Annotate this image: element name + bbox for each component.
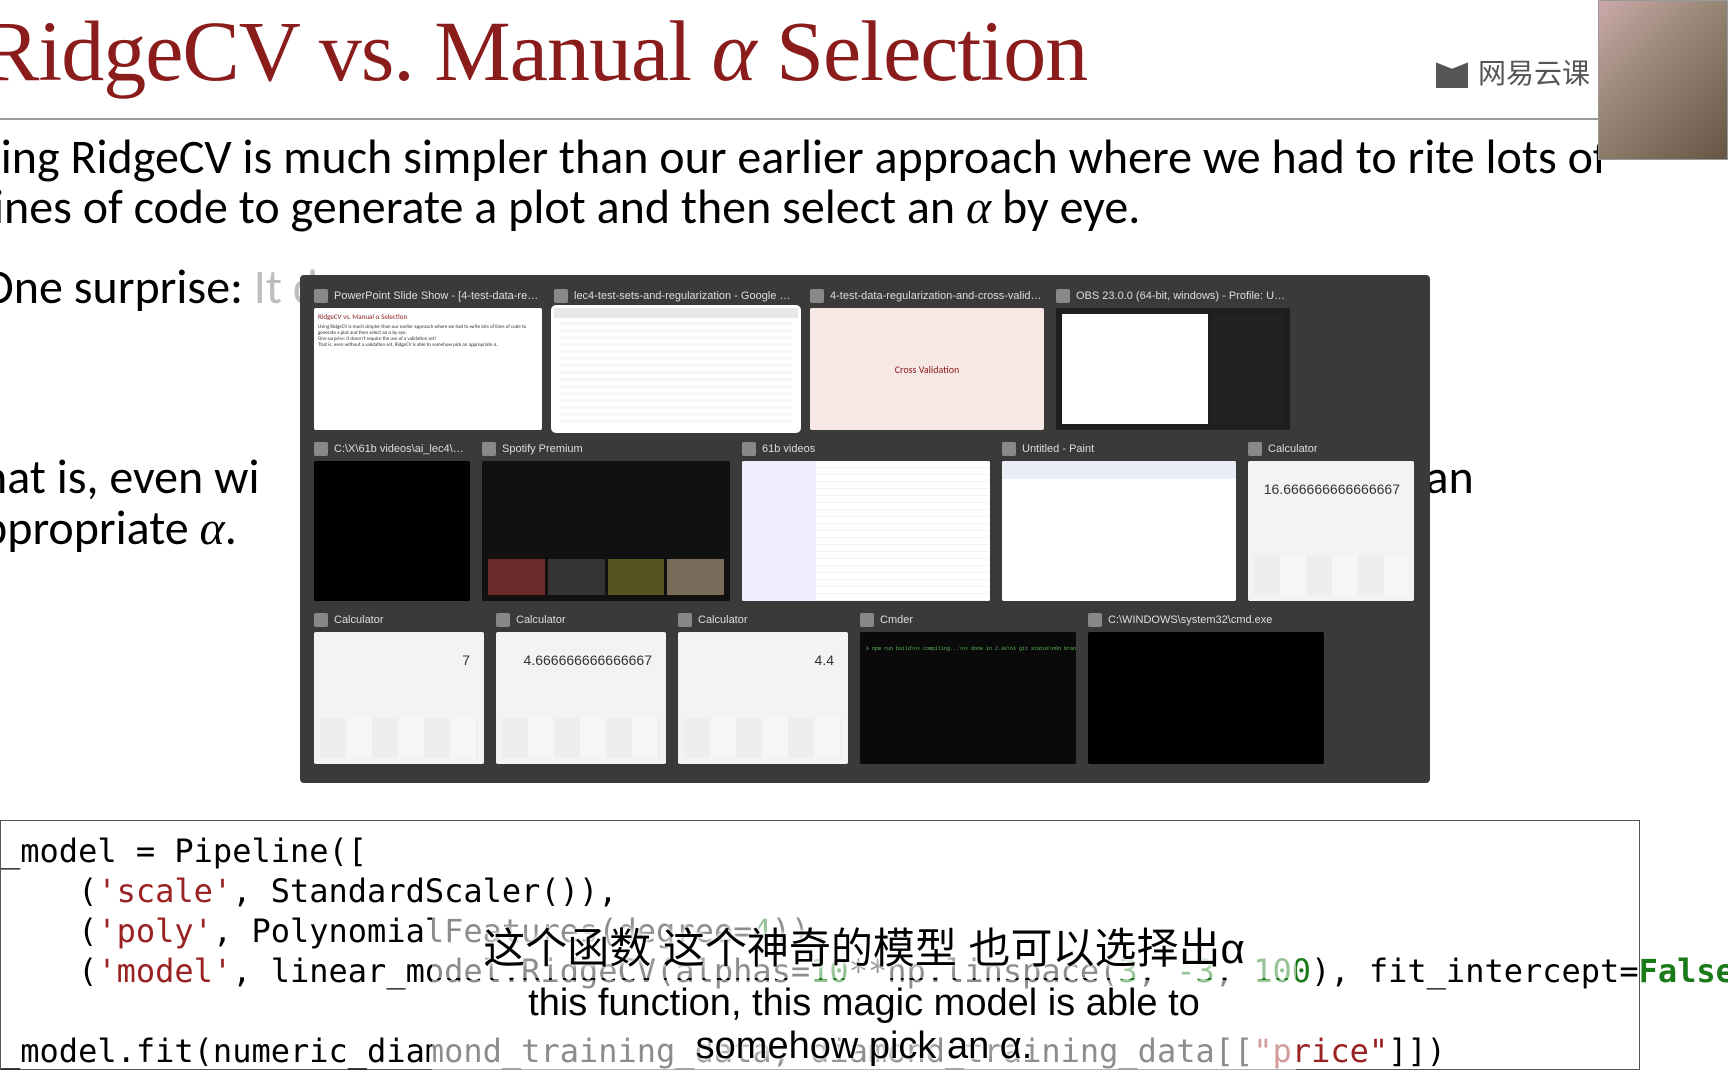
title-text-a: RidgeCV vs. Manual [0,3,712,99]
title-text-b: Selection [756,3,1088,99]
video-subtitles: 这个函数 这个神奇的模型 也可以选择出α this function, this… [432,913,1296,1070]
switcher-item[interactable]: Calculator 7 [314,611,484,764]
switcher-thumbnail [1088,632,1324,764]
calculator-icon [314,613,328,627]
switcher-item-header: Calculator [1248,440,1414,458]
powerpoint-icon [810,289,824,303]
switcher-item[interactable]: C:\X\61b videos\ai_lec4\… [314,440,470,601]
powerpoint-icon [314,289,328,303]
switcher-thumbnail: 4.4 [678,632,848,764]
chrome-icon [554,289,568,303]
platform-brand: 网易云课 [1436,52,1590,92]
paint-icon [1002,442,1016,456]
switcher-item-title: C:\WINDOWS\system32\cmd.exe [1108,614,1272,626]
paragraph-1: sing RidgeCV is much simpler than our ea… [0,132,1682,234]
switcher-item-title: Cmder [880,614,913,626]
switcher-item-header: C:\WINDOWS\system32\cmd.exe [1088,611,1324,629]
switcher-item-title: Calculator [334,614,384,626]
terminal-icon [314,442,328,456]
switcher-thumbnail [742,461,990,601]
switcher-item[interactable]: PowerPoint Slide Show - [4-test-data-reg… [314,287,542,430]
calculator-icon [678,613,692,627]
slide-background: RidgeCV vs. Manual α Selection sing Ridg… [0,0,1728,1080]
title-alpha: α [712,3,756,102]
switcher-item-title: Untitled - Paint [1022,443,1094,455]
switcher-item-header: Untitled - Paint [1002,440,1236,458]
switcher-thumbnail [1056,308,1290,430]
switcher-item-header: Calculator [678,611,848,629]
switcher-item-title: C:\X\61b videos\ai_lec4\… [334,443,464,455]
switcher-item-title: OBS 23.0.0 (64-bit, windows) - Profile: … [1076,290,1290,302]
calculator-icon [496,613,510,627]
switcher-thumbnail [482,461,730,601]
switcher-item[interactable]: OBS 23.0.0 (64-bit, windows) - Profile: … [1056,287,1290,430]
switcher-item-header: 61b videos [742,440,990,458]
subtitle-zh: 这个函数 这个神奇的模型 也可以选择出α [432,913,1296,978]
switcher-item-title: Spotify Premium [502,443,583,455]
spotify-icon [482,442,496,456]
switcher-item[interactable]: Spotify Premium [482,440,730,601]
switcher-item-header: lec4-test-sets-and-regularization - Goog… [554,287,798,305]
switcher-item[interactable]: lec4-test-sets-and-regularization - Goog… [554,287,798,430]
switcher-thumbnail [314,461,470,601]
switcher-thumbnail: 16.666666666666667 [1248,461,1414,601]
switcher-item-title: 61b videos [762,443,815,455]
switcher-item-header: C:\X\61b videos\ai_lec4\… [314,440,470,458]
switcher-thumbnail: 7 [314,632,484,764]
switcher-item-header: Calculator [496,611,666,629]
switcher-item-title: 4-test-data-regularization-and-cross-val… [830,290,1044,302]
calculator-icon [1248,442,1262,456]
switcher-thumbnail: 4.666666666666667 [496,632,666,764]
switcher-item[interactable]: Calculator 4.666666666666667 [496,611,666,764]
switcher-thumbnail [554,308,798,430]
switcher-item-header: PowerPoint Slide Show - [4-test-data-reg… [314,287,542,305]
switcher-item[interactable]: C:\WINDOWS\system32\cmd.exe [1088,611,1324,764]
switcher-item[interactable]: 61b videos [742,440,990,601]
switcher-item-title: lec4-test-sets-and-regularization - Goog… [574,290,798,302]
terminal-icon [1088,613,1102,627]
switcher-item-title: PowerPoint Slide Show - [4-test-data-reg… [334,290,542,302]
switcher-item-header: 4-test-data-regularization-and-cross-val… [810,287,1044,305]
switcher-item[interactable]: Cmder λ npm run build\n> compiling...\n> … [860,611,1076,764]
switcher-item-title: Calculator [516,614,566,626]
switcher-thumbnail [1002,461,1236,601]
folder-icon [742,442,756,456]
switcher-item[interactable]: Untitled - Paint [1002,440,1236,601]
switcher-item-header: Spotify Premium [482,440,730,458]
switcher-item-title: Calculator [698,614,748,626]
window-switcher[interactable]: PowerPoint Slide Show - [4-test-data-reg… [300,275,1430,783]
obs-icon [1056,289,1070,303]
platform-brand-text: 网易云课 [1478,52,1590,92]
switcher-thumbnail: Cross Validation [810,308,1044,430]
switcher-item-header: OBS 23.0.0 (64-bit, windows) - Profile: … [1056,287,1290,305]
switcher-thumbnail: RidgeCV vs. Manual α SelectionUsing Ridg… [314,308,542,430]
switcher-thumbnail: λ npm run build\n> compiling...\n> done … [860,632,1076,764]
switcher-item[interactable]: 4-test-data-regularization-and-cross-val… [810,287,1044,430]
cmder-icon [860,613,874,627]
switcher-item[interactable]: Calculator 16.666666666666667 [1248,440,1414,601]
switcher-item-header: Cmder [860,611,1076,629]
subtitle-en: this function, this magic model is able … [432,980,1296,1070]
webcam-overlay [1598,0,1728,160]
switcher-item[interactable]: Calculator 4.4 [678,611,848,764]
switcher-item-header: Calculator [314,611,484,629]
title-divider [0,118,1700,120]
platform-logo-icon [1436,56,1468,88]
switcher-item-title: Calculator [1268,443,1318,455]
